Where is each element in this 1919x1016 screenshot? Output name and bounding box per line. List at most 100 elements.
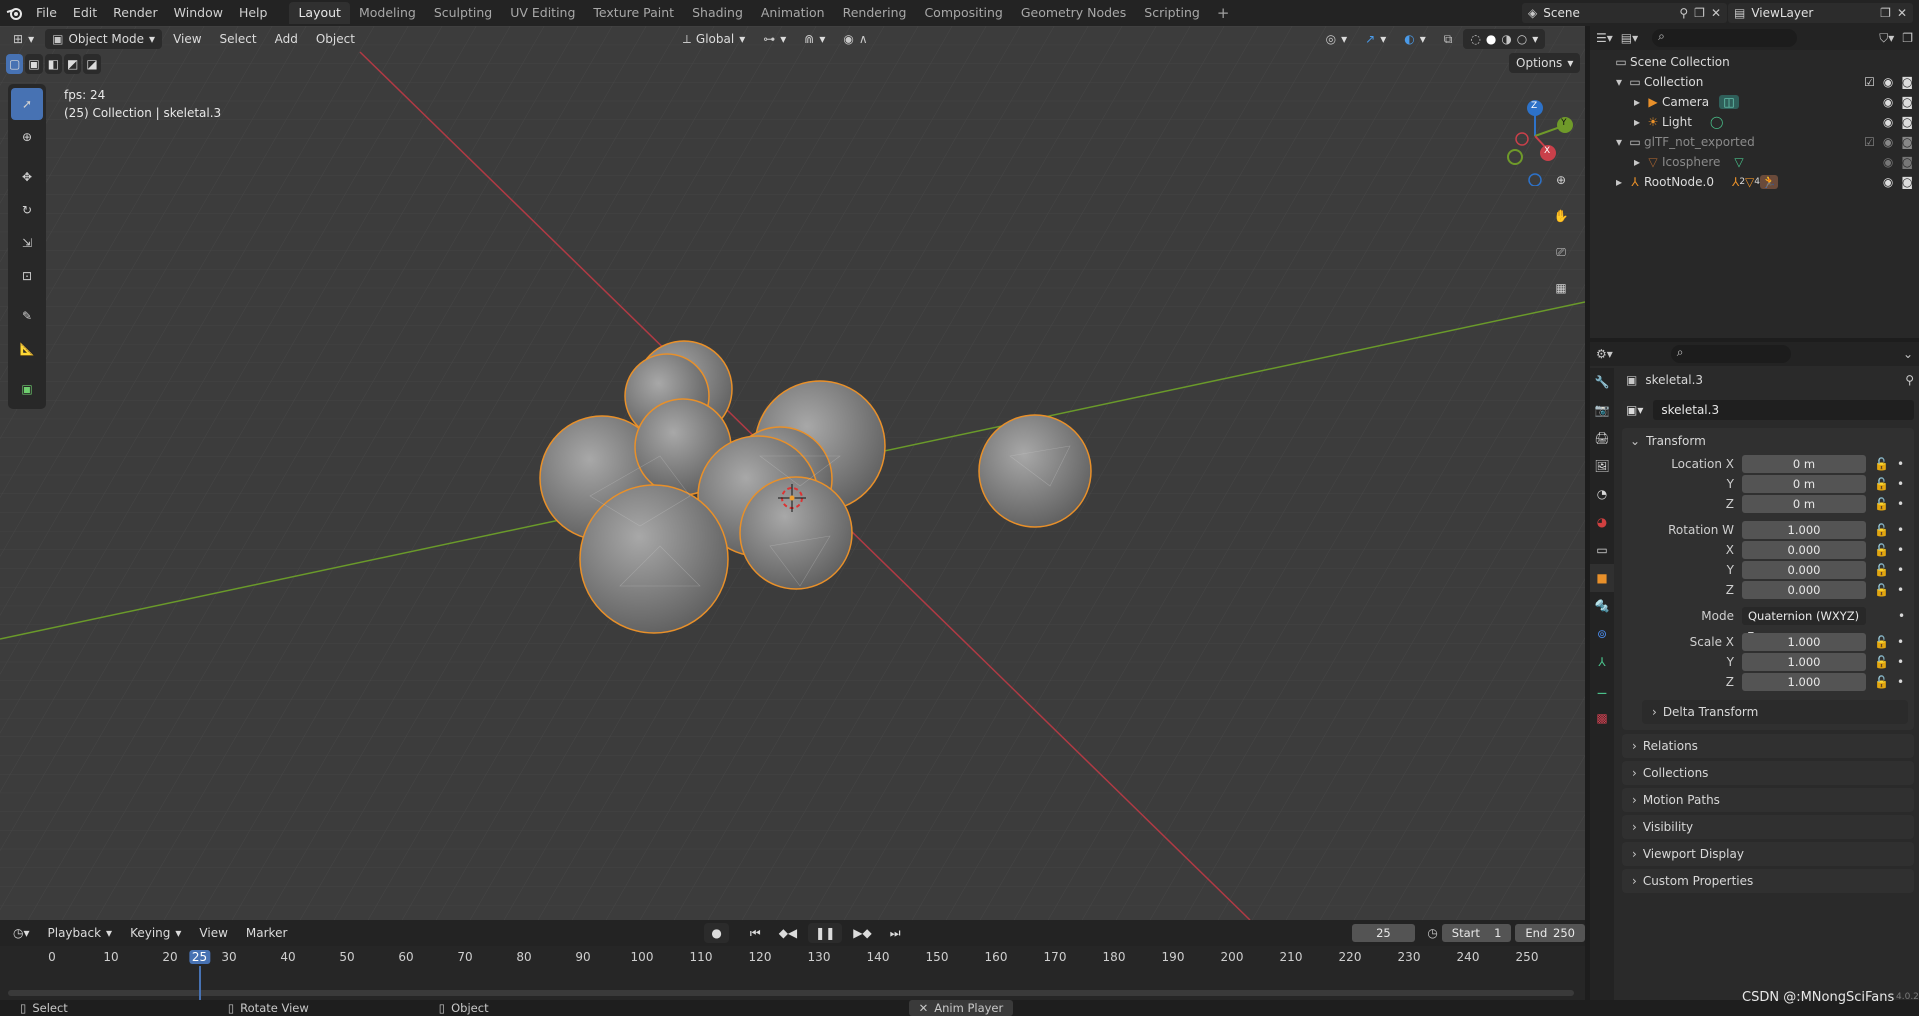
object-tab-icon[interactable]: ■ bbox=[1590, 564, 1614, 592]
jump-keyframe-forward-icon[interactable]: ▶◆ bbox=[846, 923, 878, 943]
select-extend-icon[interactable]: ▣ bbox=[25, 54, 43, 74]
outliner-row-rootnode[interactable]: ▸ ⅄ RootNode.0 ⅄ 2 ▽ 4 🏃 ◉ ◙ bbox=[1590, 172, 1919, 192]
cancel-job-icon[interactable]: ✕ bbox=[919, 1001, 929, 1015]
start-frame-field[interactable]: Start 1 bbox=[1441, 924, 1512, 942]
lock-icon[interactable]: 🔓 bbox=[1874, 523, 1889, 537]
keying-menu[interactable]: Keying ▾ bbox=[123, 923, 188, 943]
view-layer-field[interactable]: ▤ ViewLayer ❐ ✕ bbox=[1728, 3, 1913, 23]
record-button[interactable]: ● bbox=[704, 923, 729, 943]
menu-edit[interactable]: Edit bbox=[65, 0, 105, 26]
overlay-toggle[interactable]: ◐ ▾ bbox=[1397, 29, 1433, 49]
select-intersect-icon[interactable]: ◪ bbox=[83, 54, 101, 74]
playback-menu[interactable]: Playback ▾ bbox=[41, 923, 120, 943]
add-workspace-button[interactable]: + bbox=[1209, 4, 1238, 22]
transform-tool-icon[interactable]: ⊡ bbox=[11, 260, 43, 292]
rotation-mode-dropdown[interactable]: Quaternion (WXYZ) ▾ bbox=[1742, 607, 1866, 641]
playhead[interactable] bbox=[198, 966, 201, 1000]
lock-icon[interactable]: 🔓 bbox=[1874, 635, 1889, 649]
jump-keyframe-back-icon[interactable]: ◆◀ bbox=[772, 923, 804, 943]
perspective-grid-icon[interactable]: ▦ bbox=[1547, 274, 1575, 302]
editor-type-button[interactable]: ⊞ ▾ bbox=[6, 29, 41, 49]
camera-render-icon[interactable]: ◙ bbox=[1901, 135, 1913, 149]
location-y-field[interactable]: 0 m bbox=[1742, 475, 1866, 493]
keyframe-dot-icon[interactable]: • bbox=[1897, 477, 1904, 491]
outliner-row-icosphere[interactable]: ▸ ▽ Icosphere ▽ ◉ ◙ bbox=[1590, 152, 1919, 172]
cursor-tool-icon[interactable]: ⊕ bbox=[11, 121, 43, 153]
xray-toggle[interactable]: ⧉ bbox=[1437, 29, 1460, 49]
keyframe-dot-icon[interactable]: • bbox=[1897, 635, 1904, 649]
properties-editor-icon[interactable]: ⚙▾ bbox=[1596, 347, 1613, 361]
pin-icon[interactable]: ⚲ bbox=[1679, 6, 1688, 20]
display-mode-icon[interactable]: ▤▾ bbox=[1621, 31, 1638, 45]
marker-menu[interactable]: Marker bbox=[239, 923, 294, 943]
duplicate-icon[interactable]: ❐ bbox=[1694, 6, 1705, 20]
new-collection-icon[interactable]: ❐ bbox=[1902, 31, 1913, 45]
camera-data-icon[interactable]: ◫ bbox=[1719, 95, 1740, 109]
view-layer-tab-icon[interactable]: 🖼 bbox=[1590, 452, 1614, 480]
snap-toggle[interactable]: ⋒ ▾ bbox=[797, 29, 832, 49]
visibility-dropdown[interactable]: ◎ ▾ bbox=[1319, 29, 1355, 49]
eye-icon[interactable]: ◉ bbox=[1883, 115, 1893, 129]
outliner-search-input[interactable]: ⌕ bbox=[1652, 29, 1798, 47]
select-box-icon[interactable]: ▢ bbox=[6, 54, 24, 74]
filter-icon[interactable]: ⛉▾ bbox=[1879, 31, 1894, 46]
menu-file[interactable]: File bbox=[28, 0, 65, 26]
mode-dropdown[interactable]: ▣ Object Mode ▾ bbox=[45, 29, 163, 49]
add-cube-tool-icon[interactable]: ▣ bbox=[11, 373, 43, 405]
camera-render-icon[interactable]: ◙ bbox=[1901, 75, 1913, 89]
stopwatch-icon[interactable]: ◷ bbox=[1427, 926, 1437, 940]
eye-icon[interactable]: ◉ bbox=[1883, 155, 1893, 169]
pose-icon[interactable]: 🏃 bbox=[1760, 175, 1779, 189]
zoom-icon[interactable]: ⊕ bbox=[1547, 166, 1575, 194]
camera-render-icon[interactable]: ◙ bbox=[1901, 175, 1913, 189]
tab-uv-editing[interactable]: UV Editing bbox=[501, 2, 584, 24]
measure-tool-icon[interactable]: 📐 bbox=[11, 333, 43, 365]
eye-icon[interactable]: ◉ bbox=[1883, 175, 1893, 189]
object-menu[interactable]: Object bbox=[309, 29, 362, 49]
outliner-row-scene-collection[interactable]: ▭ Scene Collection bbox=[1590, 52, 1919, 72]
outliner-row-light[interactable]: ▸ ☀ Light ◯ ◉ ◙ bbox=[1590, 112, 1919, 132]
render-tab-icon[interactable]: 📷 bbox=[1590, 396, 1614, 424]
location-x-field[interactable]: 0 m bbox=[1742, 455, 1866, 473]
chevron-down-icon[interactable]: ⌄ bbox=[1903, 347, 1913, 361]
lock-icon[interactable]: 🔓 bbox=[1874, 477, 1889, 491]
constraints-tab-icon[interactable]: ⚊ bbox=[1590, 676, 1614, 704]
transform-panel-header[interactable]: ⌄ Transform bbox=[1622, 428, 1914, 454]
rotate-tool-icon[interactable]: ↻ bbox=[11, 194, 43, 226]
current-frame-field[interactable]: 25 bbox=[1351, 924, 1416, 942]
select-subtract-icon[interactable]: ◧ bbox=[44, 54, 63, 74]
menu-help[interactable]: Help bbox=[231, 0, 276, 26]
properties-search-input[interactable]: ⌕ bbox=[1670, 345, 1791, 363]
camera-view-icon[interactable]: ⎚ bbox=[1547, 238, 1575, 266]
options-dropdown[interactable]: Options ▾ bbox=[1509, 53, 1581, 73]
lock-icon[interactable]: 🔓 bbox=[1874, 457, 1889, 471]
expand-arrow-icon[interactable]: ▸ bbox=[1630, 95, 1644, 109]
pan-hand-icon[interactable]: ✋ bbox=[1547, 202, 1575, 230]
lock-icon[interactable]: 🔓 bbox=[1874, 543, 1889, 557]
annotate-tool-icon[interactable]: ✎ bbox=[11, 300, 43, 332]
keyframe-dot-icon[interactable]: • bbox=[1897, 563, 1904, 577]
motion-paths-panel[interactable]: › Motion Paths bbox=[1622, 788, 1914, 812]
rotation-y-field[interactable]: 0.000 bbox=[1742, 561, 1866, 579]
pin-icon[interactable]: ⚲ bbox=[1905, 373, 1914, 387]
texture-tab-icon[interactable]: ▩ bbox=[1590, 704, 1614, 732]
eye-icon[interactable]: ◉ bbox=[1883, 135, 1893, 149]
tab-sculpting[interactable]: Sculpting bbox=[425, 2, 501, 24]
select-menu[interactable]: Select bbox=[213, 29, 264, 49]
duplicate-layer-icon[interactable]: ❐ bbox=[1880, 6, 1891, 20]
select-tool-icon[interactable]: ➚ bbox=[11, 88, 43, 120]
eye-icon[interactable]: ◉ bbox=[1883, 75, 1893, 89]
output-tab-icon[interactable]: 🖨 bbox=[1590, 424, 1614, 452]
add-menu[interactable]: Add bbox=[268, 29, 305, 49]
viewport-display-panel[interactable]: › Viewport Display bbox=[1622, 842, 1914, 866]
tab-layout[interactable]: Layout bbox=[289, 2, 350, 24]
material-shading-icon[interactable]: ◑ bbox=[1501, 32, 1511, 46]
camera-render-icon[interactable]: ◙ bbox=[1901, 95, 1913, 109]
3d-viewport[interactable]: fps: 24 (25) Collection | skeletal.3 Z Y… bbox=[0, 26, 1585, 920]
rotation-w-field[interactable]: 1.000 bbox=[1742, 521, 1866, 539]
scale-tool-icon[interactable]: ⇲ bbox=[11, 227, 43, 259]
tab-animation[interactable]: Animation bbox=[752, 2, 834, 24]
expand-arrow-icon[interactable]: ▸ bbox=[1612, 175, 1626, 189]
light-data-icon[interactable]: ◯ bbox=[1710, 115, 1723, 129]
outliner-row-camera[interactable]: ▸ ▶ Camera ◫ ◉ ◙ bbox=[1590, 92, 1919, 112]
